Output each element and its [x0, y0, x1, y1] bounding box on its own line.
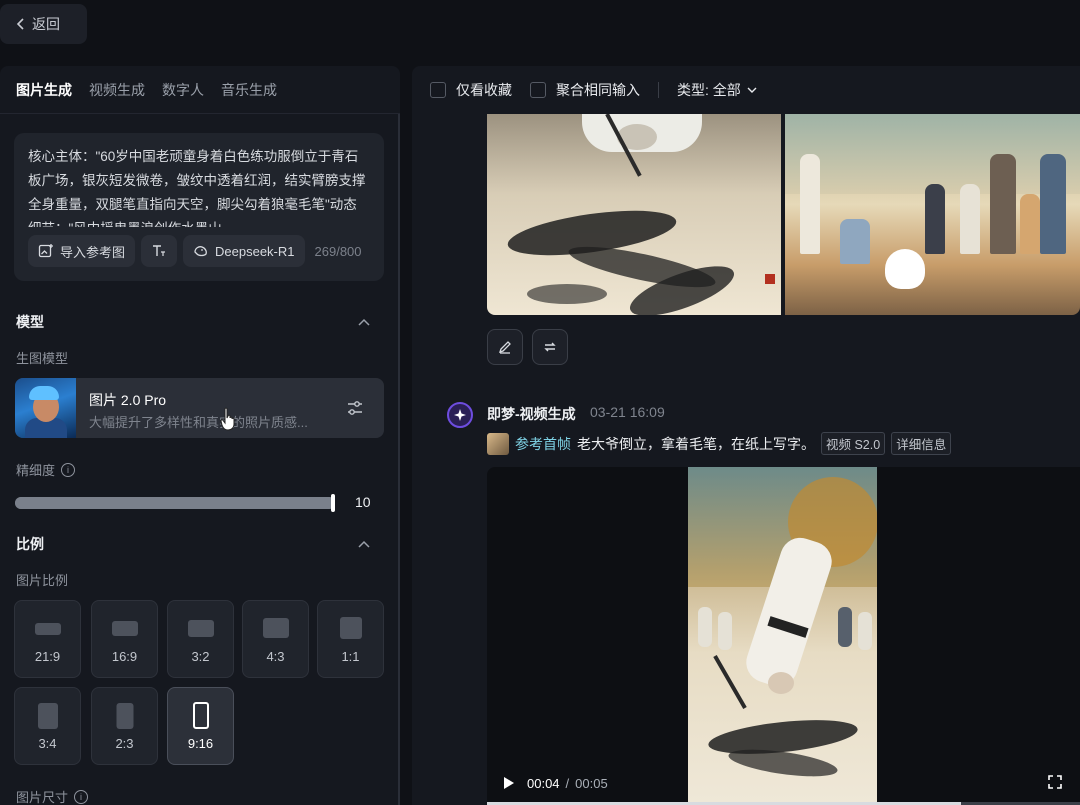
merge-same-input-checkbox[interactable]: 聚合相同输入	[530, 80, 640, 100]
play-icon[interactable]	[503, 776, 515, 790]
video-frame	[688, 467, 877, 805]
detail-slider-fill	[15, 497, 335, 509]
detail-label: 精细度	[16, 463, 56, 478]
chevron-left-icon	[16, 18, 24, 30]
model-thumbnail	[15, 378, 76, 438]
filter-bar: 仅看收藏 聚合相同输入 类型: 全部	[412, 66, 1080, 114]
import-reference-label: 导入参考图	[60, 244, 126, 260]
hand-cursor-icon	[220, 407, 235, 431]
ratio-section-header[interactable]: 比例	[16, 534, 370, 554]
refresh-icon	[544, 342, 556, 352]
details-button[interactable]: 详细信息	[891, 432, 952, 455]
chevron-down-icon	[747, 87, 757, 93]
model-description: 大幅提升了多样性和真实的照片质感...	[89, 415, 308, 430]
tab-video-generation[interactable]: 视频生成	[89, 80, 145, 113]
checkbox-box[interactable]	[430, 82, 446, 98]
checkbox-box[interactable]	[530, 82, 546, 98]
import-reference-button[interactable]: 导入参考图	[28, 235, 136, 267]
ratio-option-16-9[interactable]: 16:9	[91, 600, 158, 678]
post-prompt-line: 参考首帧 老大爷倒立，拿着毛笔，在纸上写字。 视频 S2.0 详细信息	[487, 432, 952, 455]
ratio-label: 3:4	[38, 736, 57, 751]
back-label: 返回	[32, 16, 60, 32]
model-sub-label: 生图模型	[16, 351, 69, 366]
type-filter-dropdown[interactable]: 类型: 全部	[677, 80, 757, 100]
ratio-option-4-3[interactable]: 4:3	[242, 600, 309, 678]
deepseek-label: Deepseek-R1	[215, 243, 295, 259]
info-icon[interactable]: i	[74, 789, 89, 804]
favorites-only-label: 仅看收藏	[456, 82, 512, 98]
avatar	[447, 402, 473, 428]
tab-image-generation[interactable]: 图片生成	[16, 80, 72, 113]
model-name: 图片 2.0 Pro	[89, 392, 167, 408]
ratio-label: 2:3	[115, 736, 134, 751]
fullscreen-icon[interactable]	[1048, 775, 1062, 789]
prompt-editor[interactable]: 核心主体："60岁中国老顽童身着白色练功服倒立于青石板广场，银灰短发微卷，皱纹中…	[14, 133, 384, 281]
result-image[interactable]	[487, 114, 781, 315]
post-time: 03-21 16:09	[590, 404, 665, 420]
video-total-time: 00:05	[575, 775, 608, 791]
ratio-label: 3:2	[191, 649, 210, 664]
ratio-option-1-1[interactable]: 1:1	[317, 600, 384, 678]
ratio-label: 16:9	[111, 649, 138, 664]
reference-frame-link[interactable]: 参考首帧	[515, 434, 571, 454]
chevron-up-icon[interactable]	[358, 540, 370, 548]
panel-scrollbar[interactable]	[398, 114, 400, 805]
mode-tabs: 图片生成 视频生成 数字人 音乐生成	[0, 66, 400, 114]
deepseek-button[interactable]: Deepseek-R1	[183, 235, 305, 267]
ratio-label: 21:9	[34, 649, 61, 664]
back-button[interactable]: 返回	[0, 4, 87, 44]
video-current-time: 00:04	[527, 775, 560, 791]
chevron-up-icon[interactable]	[358, 318, 370, 326]
time-separator: /	[565, 775, 570, 791]
image-add-icon	[38, 244, 53, 258]
post-author: 即梦-视频生成	[487, 406, 576, 422]
tab-music-generation[interactable]: 音乐生成	[221, 80, 277, 113]
sparkle-icon	[454, 409, 466, 421]
detail-value: 10	[355, 494, 371, 510]
ratio-label: 9:16	[187, 736, 214, 751]
info-icon[interactable]: i	[61, 462, 76, 477]
model-section-title: 模型	[16, 314, 44, 330]
prompt-text[interactable]: 核心主体："60岁中国老顽童身着白色练功服倒立于青石板广场，银灰短发微卷，皱纹中…	[28, 145, 368, 227]
ratio-sub-label: 图片比例	[16, 573, 69, 588]
video-player[interactable]: 00:04 / 00:05	[487, 467, 1080, 805]
pencil-icon	[498, 341, 511, 354]
char-counter: 269/800	[314, 243, 362, 259]
reference-thumbnail[interactable]	[487, 432, 509, 455]
ratio-option-9-16[interactable]: 9:16	[167, 687, 234, 765]
ratio-label: 4:3	[266, 649, 285, 664]
detail-slider-handle[interactable]	[331, 494, 335, 512]
ratio-option-2-3[interactable]: 2:3	[91, 687, 158, 765]
video-controls: 00:04 / 00:05	[487, 771, 1080, 795]
prompt-toolbar: 导入参考图 Deepseek-R1 269/800	[28, 235, 362, 267]
size-label: 图片尺寸	[16, 790, 69, 805]
text-format-button[interactable]	[141, 235, 178, 267]
model-selector[interactable]: 图片 2.0 Pro 大幅提升了多样性和真实的照片质感...	[15, 378, 384, 438]
model-section-header[interactable]: 模型	[16, 312, 370, 332]
tab-digital-human[interactable]: 数字人	[162, 80, 204, 113]
ratio-label: 1:1	[341, 649, 360, 664]
edit-button[interactable]	[487, 329, 523, 365]
ratio-section-title: 比例	[16, 536, 44, 552]
type-filter-label: 类型: 全部	[677, 82, 741, 98]
regenerate-button[interactable]	[532, 329, 568, 365]
detail-label-row: 精细度 i	[16, 460, 76, 479]
divider	[658, 82, 659, 98]
ratio-option-21-9[interactable]: 21:9	[14, 600, 81, 678]
results-panel: 仅看收藏 聚合相同输入 类型: 全部 即梦-视频生成 03-21 16:09 参…	[412, 66, 1080, 805]
size-label-row: 图片尺寸 i	[16, 787, 89, 805]
favorites-only-checkbox[interactable]: 仅看收藏	[430, 80, 512, 100]
ratio-option-3-2[interactable]: 3:2	[167, 600, 234, 678]
text-format-icon	[153, 245, 166, 256]
model-tag: 视频 S2.0	[821, 432, 886, 455]
sliders-icon[interactable]	[346, 399, 364, 417]
post-prompt: 老大爷倒立，拿着毛笔，在纸上写字。	[577, 435, 815, 452]
ratio-option-3-4[interactable]: 3:4	[14, 687, 81, 765]
whale-icon	[194, 246, 207, 257]
generation-panel: 图片生成 视频生成 数字人 音乐生成 核心主体："60岁中国老顽童身着白色练功服…	[0, 66, 400, 805]
result-image[interactable]	[785, 114, 1080, 315]
merge-same-input-label: 聚合相同输入	[556, 82, 640, 98]
detail-slider[interactable]	[15, 494, 335, 512]
